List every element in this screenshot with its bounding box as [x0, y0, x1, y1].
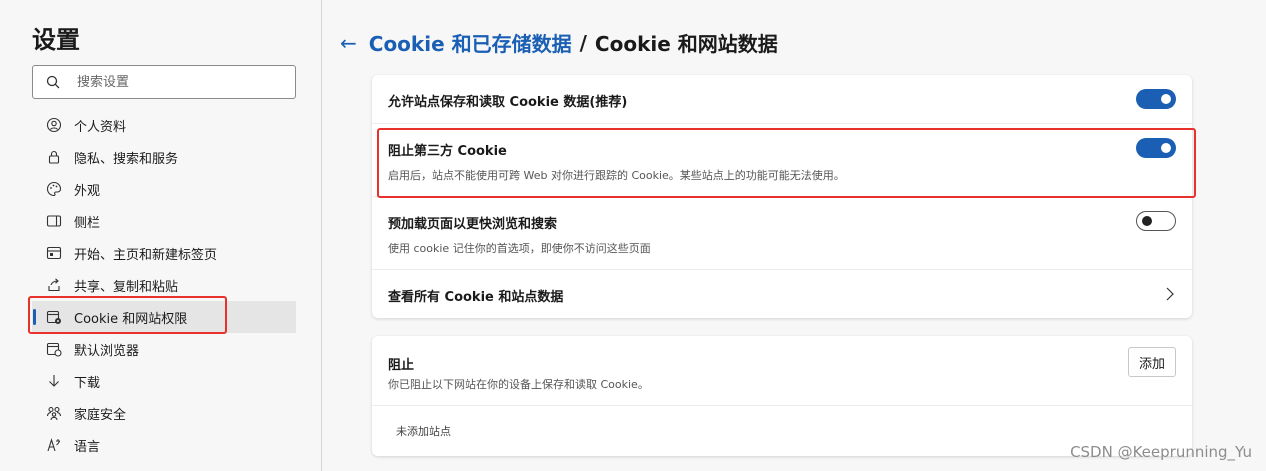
sidebar-item-label: 默认浏览器 — [74, 343, 140, 359]
sidebar-item-label: 隐私、搜索和服务 — [74, 151, 179, 167]
search-input[interactable] — [77, 72, 287, 92]
preload-toggle[interactable] — [1136, 211, 1176, 231]
download-icon — [46, 373, 62, 389]
annotation-highlight-main — [377, 128, 1196, 198]
palette-icon — [46, 181, 62, 197]
setting-allow-cookies: 允许站点保存和读取 Cookie 数据(推荐) — [372, 75, 1192, 124]
annotation-highlight-sidebar — [28, 296, 227, 334]
sidebar-item-label: 语言 — [74, 439, 101, 455]
setting-title: 允许站点保存和读取 Cookie 数据(推荐) — [388, 95, 628, 110]
sidebar-title: 设置 — [32, 26, 80, 54]
sidebar-item-appearance[interactable]: 外观 — [32, 173, 296, 205]
sidebar-item-start-home[interactable]: 开始、主页和新建标签页 — [32, 237, 296, 269]
sidebar-item-default-browser[interactable]: 默认浏览器 — [32, 333, 296, 365]
block-header: 阻止 你已阻止以下网站在你的设备上保存和读取 Cookie。 添加 — [372, 336, 1192, 406]
empty-list-text: 未添加站点 — [396, 425, 451, 438]
home-tab-icon — [46, 245, 62, 261]
block-sites-card: 阻止 你已阻止以下网站在你的设备上保存和读取 Cookie。 添加 未添加站点 — [372, 336, 1192, 456]
page-title: Cookie 和网站数据 — [594, 32, 778, 56]
add-button[interactable]: 添加 — [1128, 347, 1176, 377]
sidebar-item-profile[interactable]: 个人资料 — [32, 109, 296, 141]
setting-view-all-cookies[interactable]: 查看所有 Cookie 和站点数据 — [372, 270, 1192, 318]
sidebar-item-label: 开始、主页和新建标签页 — [74, 247, 218, 263]
chevron-right-icon — [1166, 287, 1174, 301]
share-icon — [46, 277, 62, 293]
setting-title: 查看所有 Cookie 和站点数据 — [388, 290, 564, 305]
back-arrow-icon[interactable]: ← — [340, 31, 357, 55]
sidebar-item-label: 下载 — [74, 375, 101, 391]
family-icon — [46, 405, 62, 421]
setting-preload: 预加载页面以更快浏览和搜索 使用 cookie 记住你的首选项，即使你不访问这些… — [372, 197, 1192, 270]
sidebar-item-downloads[interactable]: 下载 — [32, 365, 296, 397]
setting-title: 预加载页面以更快浏览和搜索 — [388, 217, 558, 232]
sidebar-item-sidebar[interactable]: 侧栏 — [32, 205, 296, 237]
search-box[interactable] — [32, 65, 296, 99]
allow-cookies-toggle[interactable] — [1136, 89, 1176, 109]
breadcrumb-link[interactable]: Cookie 和已存储数据 — [369, 28, 572, 57]
watermark: CSDN @Keeprunning_Yu — [1070, 443, 1252, 461]
sidebar-item-family[interactable]: 家庭安全 — [32, 397, 296, 429]
browser-icon — [46, 341, 62, 357]
profile-icon — [46, 117, 62, 133]
lock-icon — [46, 149, 62, 165]
sidebar-item-label: 外观 — [74, 183, 101, 199]
block-title: 阻止 — [388, 358, 415, 373]
sidebar-item-language[interactable]: 语言 — [32, 429, 296, 461]
page-header: ← Cookie 和已存储数据 / Cookie 和网站数据 — [340, 28, 778, 57]
sidebar-item-privacy[interactable]: 隐私、搜索和服务 — [32, 141, 296, 173]
sidebar-item-label: 家庭安全 — [74, 407, 127, 423]
language-icon — [46, 437, 62, 453]
sidebar-item-label: 个人资料 — [74, 119, 127, 135]
settings-sidebar: 设置 个人资料 隐私、搜索和服务 外观 侧栏 开始、主页和新建标签页 共享、复制… — [0, 0, 322, 471]
sidebar-nav: 个人资料 隐私、搜索和服务 外观 侧栏 开始、主页和新建标签页 共享、复制和粘贴… — [32, 109, 296, 461]
setting-description: 使用 cookie 记住你的首选项，即使你不访问这些页面 — [388, 242, 651, 255]
search-icon — [46, 75, 60, 89]
sidebar-icon — [46, 213, 62, 229]
block-description: 你已阻止以下网站在你的设备上保存和读取 Cookie。 — [388, 378, 649, 391]
sidebar-item-label: 共享、复制和粘贴 — [74, 279, 179, 295]
sidebar-item-label: 侧栏 — [74, 215, 101, 231]
breadcrumb-separator: / — [579, 30, 587, 55]
